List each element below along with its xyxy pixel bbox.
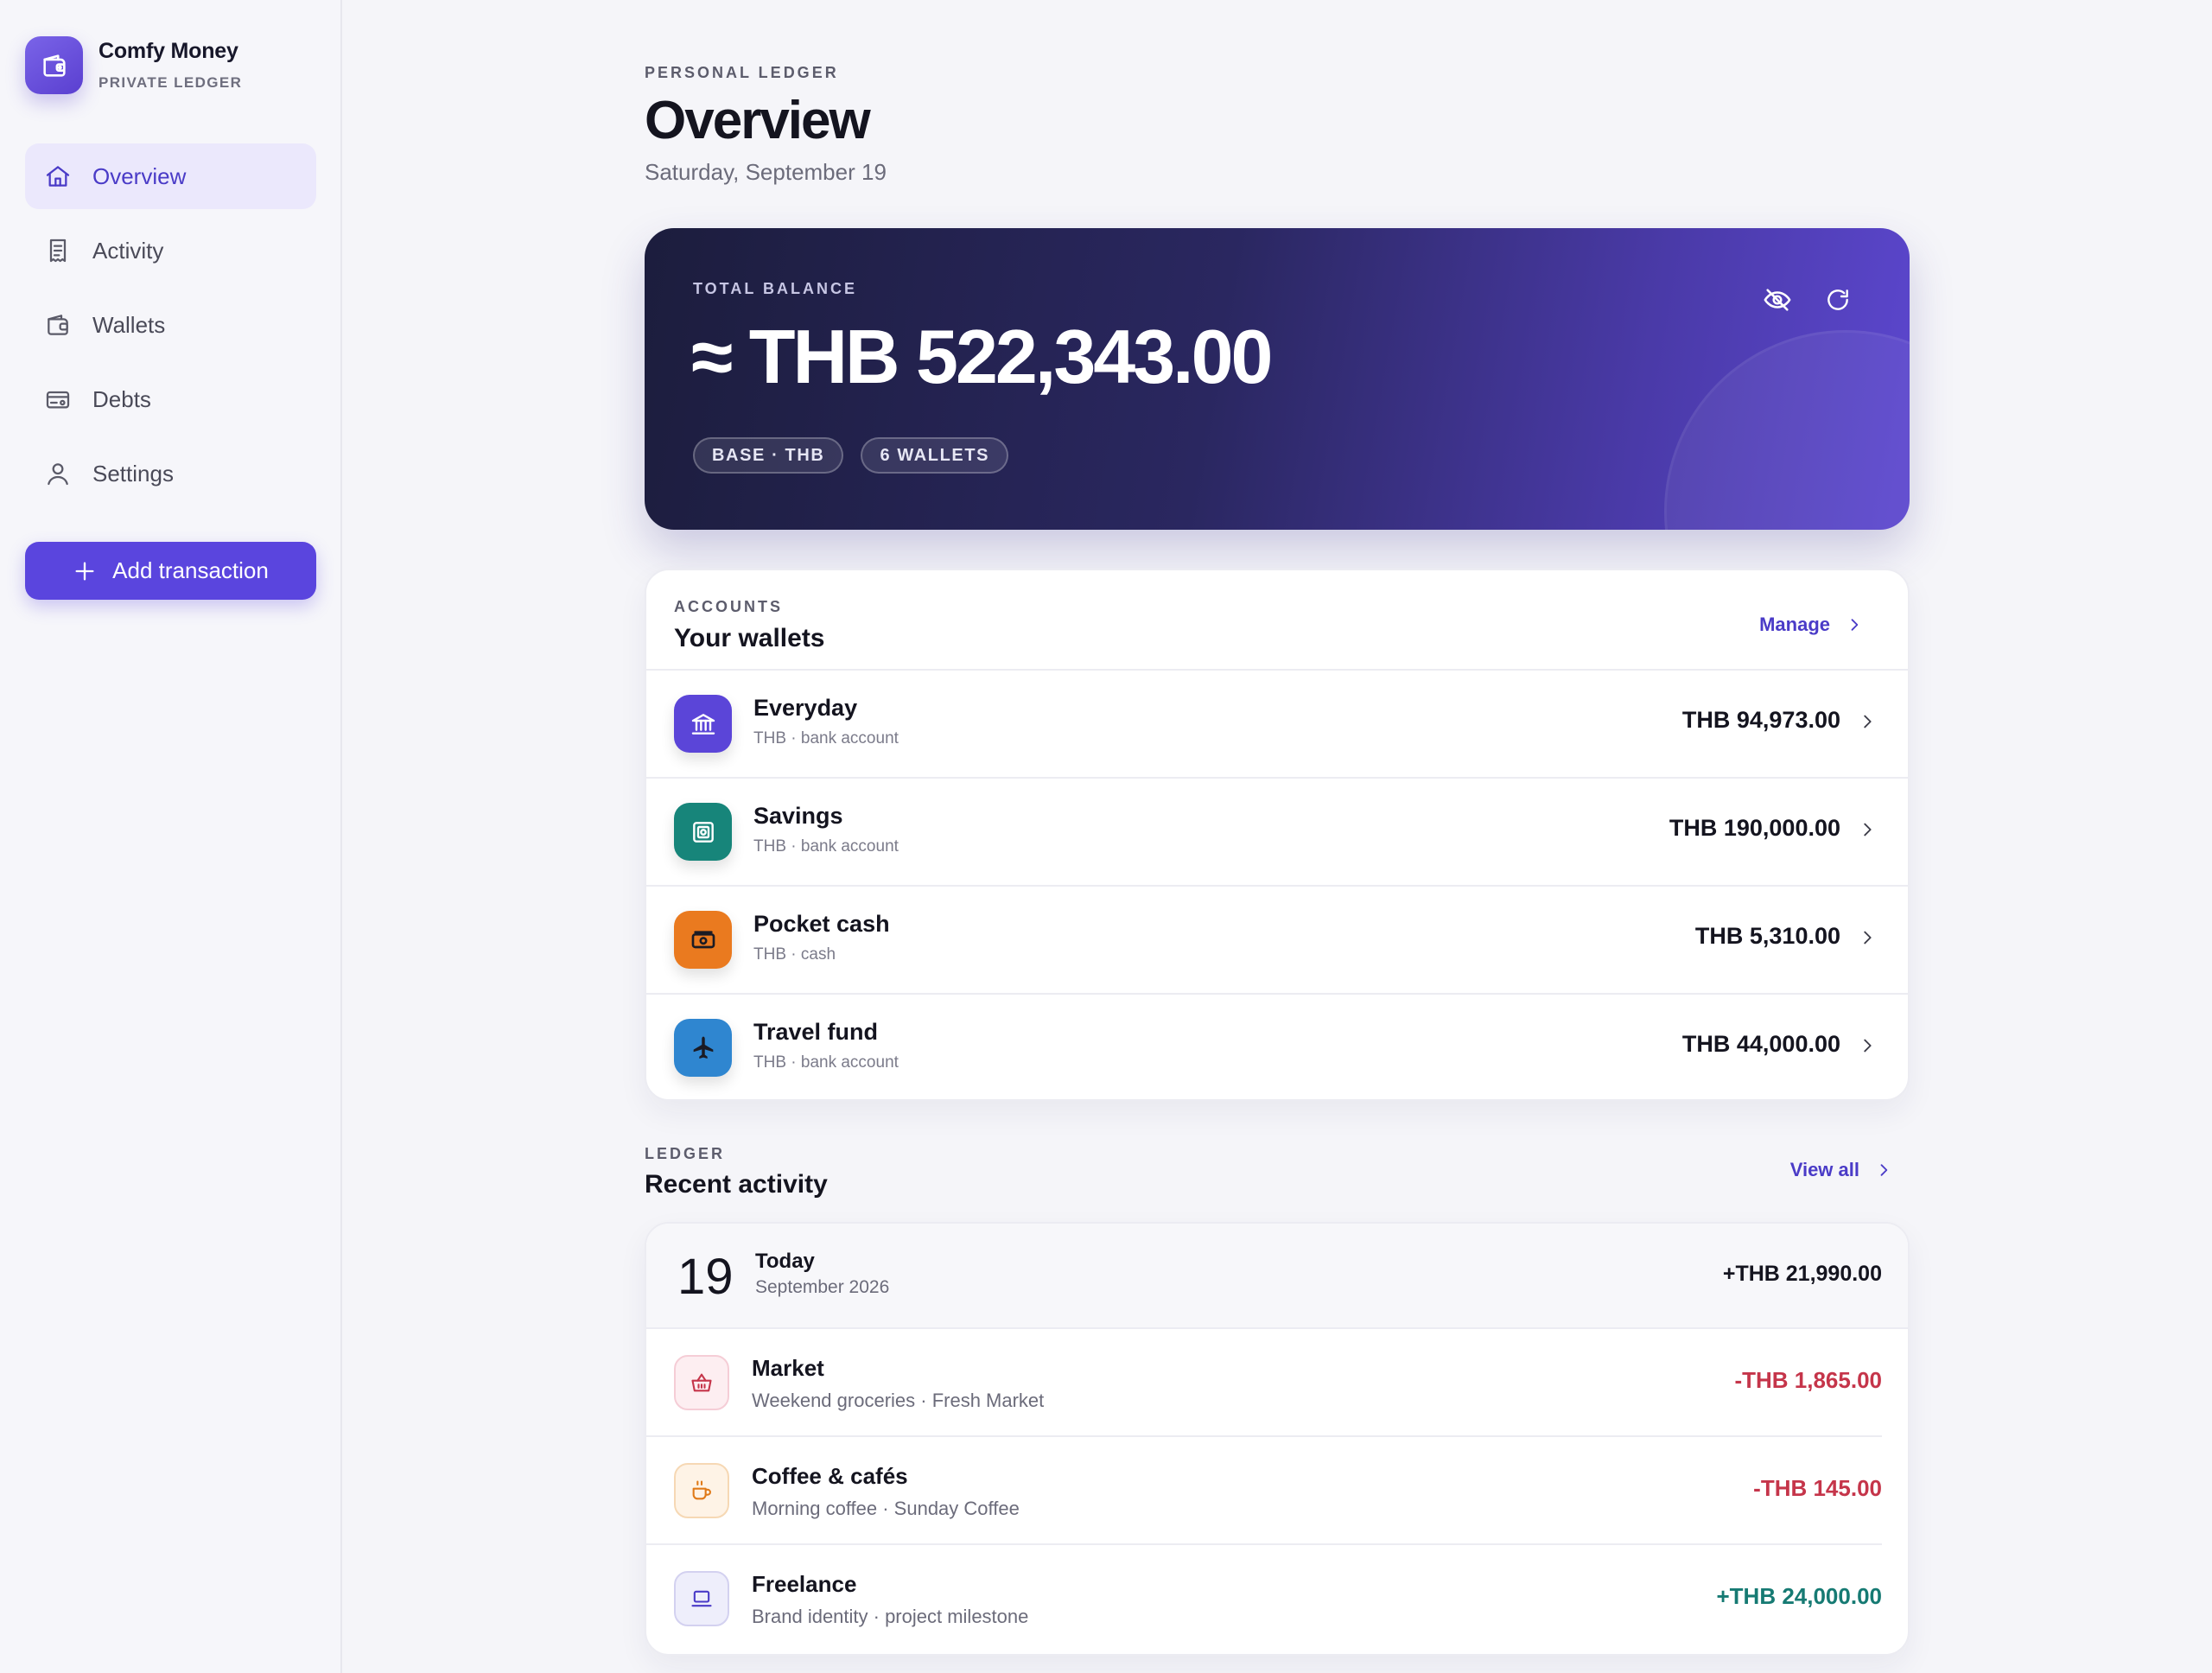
brand-name: Comfy Money [99,39,238,63]
wallet-amount: THB 44,000.00 [1681,1031,1840,1057]
sidebar-item-settings[interactable]: Settings [25,441,316,506]
page-eyebrow: PERSONAL LEDGER [645,64,839,81]
chevron-right-icon [1875,1161,1892,1179]
view-all-label: View all [1789,1159,1859,1180]
base-currency-chip: BASE · THB [693,437,844,474]
home-icon [44,162,72,190]
card-icon [44,385,72,413]
wallet-row-travel-fund[interactable]: Travel fund THB · bank account THB 44,00… [646,995,1908,1099]
sidebar-item-wallets[interactable]: Wallets [25,292,316,358]
sidebar-item-label: Wallets [92,311,166,338]
sidebar-nav: Overview Activity Wallets Debts Settings [25,143,316,515]
wallet-row-everyday[interactable]: Everyday THB · bank account THB 94,973.0… [646,671,1908,779]
ledger-title: Recent activity [645,1170,828,1199]
wallet-amount: THB 5,310.00 [1694,923,1840,949]
wallet-meta: THB · bank account [753,1053,899,1072]
laptop-icon [674,1571,729,1626]
wallet-name: Travel fund [753,1019,879,1045]
sidebar-item-label: Overview [92,162,187,189]
transaction-meta: Morning coffee · Sunday Coffee [752,1498,1020,1519]
wallet-amount: THB 94,973.00 [1681,707,1840,733]
wallet-meta: THB · bank account [753,837,899,856]
transaction-amount: -THB 145.00 [1753,1475,1882,1501]
wallet-amount: THB 190,000.00 [1669,815,1840,841]
receipt-icon [44,237,72,264]
transaction-row-coffee[interactable]: Coffee & cafés Morning coffee · Sunday C… [646,1437,1882,1545]
day-month: September 2026 [755,1277,890,1297]
transaction-row-freelance[interactable]: Freelance Brand identity · project miles… [646,1545,1882,1653]
transaction-name: Market [752,1355,824,1381]
transaction-amount: -THB 1,865.00 [1734,1367,1882,1393]
wallet-icon [44,311,72,339]
basket-icon [674,1355,729,1410]
wallet-name: Everyday [753,695,858,721]
sidebar-item-activity[interactable]: Activity [25,218,316,283]
day-total: +THB 21,990.00 [1722,1262,1882,1286]
coffee-icon [674,1463,729,1518]
sidebar-item-label: Settings [92,460,174,487]
manage-label: Manage [1759,614,1830,635]
refresh-icon[interactable] [1821,283,1854,316]
safe-icon [674,803,732,861]
brand[interactable]: Comfy Money PRIVATE LEDGER [25,36,242,94]
eye-off-icon[interactable] [1761,283,1794,316]
brand-subtitle: PRIVATE LEDGER [99,74,243,91]
chevron-right-icon [1858,712,1877,731]
total-balance-amount: ≈ THB 522,343.00 [691,314,1273,399]
cash-icon [674,911,732,969]
wallet-count-chip: 6 WALLETS [861,437,1009,474]
wallet-row-savings[interactable]: Savings THB · bank account THB 190,000.0… [646,779,1908,887]
sidebar-item-label: Debts [92,385,151,412]
chevron-right-icon [1858,820,1877,839]
transaction-name: Coffee & cafés [752,1463,908,1489]
plane-icon [674,1019,732,1077]
wallet-name: Pocket cash [753,911,890,937]
transaction-name: Freelance [752,1571,857,1597]
add-transaction-label: Add transaction [112,557,269,583]
wallets-card: ACCOUNTS Your wallets Manage Everyday TH… [645,569,1910,1101]
wallets-title: Your wallets [674,624,825,652]
transaction-meta: Brand identity · project milestone [752,1606,1029,1627]
sidebar-item-debts[interactable]: Debts [25,366,316,432]
add-transaction-button[interactable]: Add transaction [25,542,316,600]
transaction-amount: +THB 24,000.00 [1716,1583,1882,1609]
balance-eyebrow: TOTAL BALANCE [693,280,857,297]
wallets-eyebrow: ACCOUNTS [674,598,783,615]
bank-icon [674,695,732,753]
ledger-eyebrow: LEDGER [645,1145,726,1162]
decorative-circle [1664,330,1910,530]
wallet-icon [25,36,83,94]
sidebar-item-label: Activity [92,237,164,264]
plus-icon [73,559,97,583]
wallet-row-pocket-cash[interactable]: Pocket cash THB · cash THB 5,310.00 [646,887,1908,995]
chevron-right-icon [1858,1036,1877,1055]
chevron-right-icon [1858,928,1877,947]
chevron-right-icon [1846,616,1863,633]
transaction-row-market[interactable]: Market Weekend groceries · Fresh Market … [646,1329,1882,1437]
page-title: Overview [645,91,871,150]
page-date: Saturday, September 19 [645,159,887,185]
sidebar: Comfy Money PRIVATE LEDGER Overview Acti… [0,0,342,1673]
wallet-meta: THB · bank account [753,729,899,747]
transaction-meta: Weekend groceries · Fresh Market [752,1390,1045,1411]
total-balance-card: TOTAL BALANCE ≈ THB 522,343.00 BASE · TH… [645,228,1910,530]
day-number: 19 [677,1249,734,1305]
wallet-name: Savings [753,803,843,829]
view-all-link[interactable]: View all [1790,1159,1892,1181]
wallet-meta: THB · cash [753,945,836,964]
sidebar-item-overview[interactable]: Overview [25,143,316,209]
user-icon [44,460,72,487]
manage-link[interactable]: Manage [1759,614,1863,636]
day-group-header: 19 Today September 2026 +THB 21,990.00 [646,1224,1908,1329]
day-label: Today [755,1250,815,1273]
recent-activity-card: 19 Today September 2026 +THB 21,990.00 M… [645,1222,1910,1656]
